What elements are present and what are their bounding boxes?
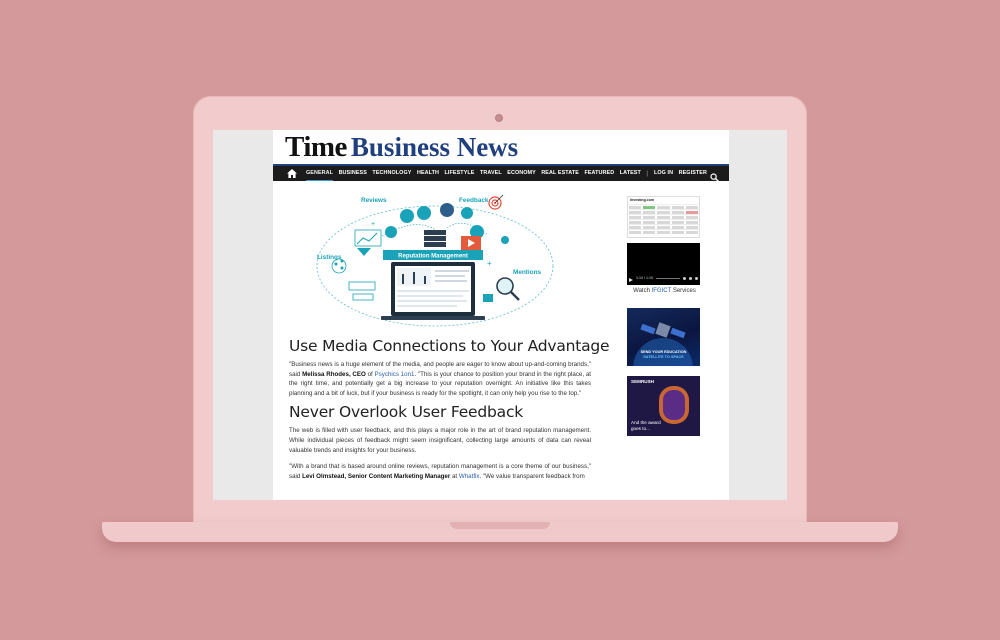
volume-icon[interactable] bbox=[683, 276, 686, 280]
paragraph-feedback: The web is filled with user feedback, an… bbox=[289, 427, 591, 454]
table-row bbox=[628, 224, 699, 229]
table-row bbox=[628, 209, 699, 214]
video-caption: Watch IFGICT Services bbox=[633, 288, 696, 294]
nav-real-estate[interactable]: REAL ESTATE bbox=[541, 166, 579, 181]
link-whatfix[interactable]: Whatfix bbox=[459, 473, 480, 480]
link-psychics-1on1[interactable]: Psychics 1on1 bbox=[375, 371, 415, 378]
paragraph-media: "Business news is a huge element of the … bbox=[289, 361, 591, 397]
logo-time[interactable]: Time bbox=[285, 131, 347, 163]
ad-semrush-text: And the award goes to... bbox=[631, 420, 661, 431]
laptop-screen: Time Business News GENERAL BUSINESS TECHN… bbox=[213, 130, 787, 500]
search-icon[interactable] bbox=[710, 169, 719, 182]
table-row bbox=[628, 219, 699, 224]
video-controls[interactable]: 1:10 / 1:10 bbox=[629, 276, 698, 282]
quote-author-name-2: Levi Olmstead, Senior Content Marketing … bbox=[302, 472, 451, 480]
label-reputation-banner: Reputation Management bbox=[398, 254, 468, 260]
site-masthead[interactable]: Time Business News bbox=[273, 130, 729, 164]
table-row bbox=[628, 204, 699, 209]
nav-login[interactable]: LOG IN bbox=[654, 166, 673, 181]
nav-general[interactable]: GENERAL bbox=[306, 167, 334, 181]
fullscreen-icon[interactable] bbox=[689, 276, 692, 280]
more-options-icon[interactable] bbox=[695, 276, 698, 280]
table-row bbox=[628, 214, 699, 219]
label-feedback: Feedback bbox=[459, 197, 489, 204]
ad-semrush[interactable]: SEMRUSH And the award goes to... bbox=[627, 376, 700, 436]
svg-text:+: + bbox=[487, 259, 492, 268]
ad-satellite-text: SEND YOUR EDUCATION SATELLITE TO SPACE bbox=[640, 350, 687, 359]
nav-travel[interactable]: TRAVEL bbox=[480, 166, 502, 181]
paragraph-reviews-quote: "With a brand that is based around onlin… bbox=[289, 463, 591, 480]
semrush-logo: SEMRUSH bbox=[631, 379, 654, 384]
main-nav: GENERAL BUSINESS TECHNOLOGY HEALTH LIFES… bbox=[273, 166, 729, 182]
heading-media-connections: Use Media Connections to Your Advantage bbox=[289, 337, 610, 355]
heading-user-feedback: Never Overlook User Feedback bbox=[289, 403, 524, 422]
market-table-title: Investing.com bbox=[630, 198, 655, 202]
reputation-management-illustration: + + Reviews Feedback Listings Mentions R… bbox=[287, 186, 579, 336]
nav-business[interactable]: BUSINESS bbox=[339, 166, 367, 181]
label-reviews: Reviews bbox=[361, 197, 387, 204]
table-row bbox=[628, 229, 699, 234]
article-body: Use Media Connections to Your Advantage … bbox=[289, 336, 610, 481]
nav-health[interactable]: HEALTH bbox=[417, 166, 439, 181]
nav-latest[interactable]: LATEST bbox=[620, 166, 641, 181]
nav-featured[interactable]: FEATURED bbox=[584, 166, 614, 181]
play-icon[interactable] bbox=[629, 269, 633, 287]
laptop-base-notch bbox=[450, 522, 550, 529]
ad-satellite-education[interactable]: SEND YOUR EDUCATION SATELLITE TO SPACE bbox=[627, 308, 700, 366]
nav-separator: | bbox=[646, 170, 648, 177]
label-mentions: Mentions bbox=[513, 269, 541, 276]
sidebar: Investing.com 1:10 / 1:10 Watch IFGICT S… bbox=[627, 196, 702, 436]
link-ifgict[interactable]: IFGICT bbox=[652, 288, 672, 294]
camera-icon bbox=[495, 114, 503, 122]
logo-business-news[interactable]: Business News bbox=[351, 132, 518, 162]
video-progress[interactable] bbox=[655, 277, 680, 279]
label-listings: Listings bbox=[317, 254, 342, 261]
market-table-widget[interactable]: Investing.com bbox=[627, 196, 700, 238]
webpage: Time Business News GENERAL BUSINESS TECHN… bbox=[273, 130, 729, 500]
video-player[interactable]: 1:10 / 1:10 bbox=[627, 243, 700, 285]
svg-text:+: + bbox=[371, 221, 375, 228]
nav-technology[interactable]: TECHNOLOGY bbox=[372, 166, 411, 181]
nav-register[interactable]: REGISTER bbox=[679, 166, 707, 181]
quote-author-name: Melissa Rhodes, CEO bbox=[302, 370, 366, 378]
nav-economy[interactable]: ECONOMY bbox=[507, 166, 536, 181]
home-icon[interactable] bbox=[287, 166, 298, 181]
video-time: 1:10 / 1:10 bbox=[636, 276, 653, 280]
nav-lifestyle[interactable]: LIFESTYLE bbox=[445, 166, 475, 181]
